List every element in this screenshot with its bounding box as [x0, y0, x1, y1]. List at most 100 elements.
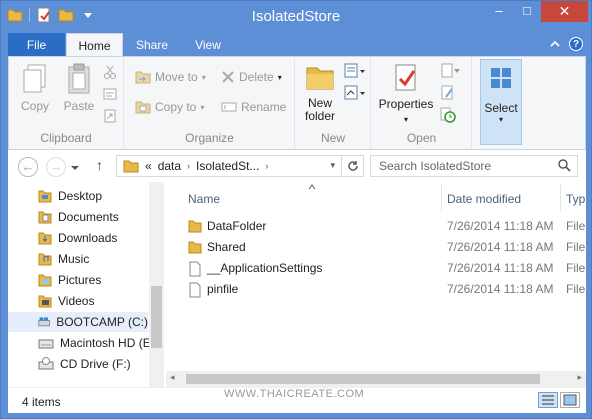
- nav-item-downloads[interactable]: Downloads: [38, 228, 117, 248]
- file-name: __ApplicationSettings: [207, 261, 323, 275]
- paste-button[interactable]: Paste: [59, 63, 99, 113]
- copy-to-label: Copy to: [155, 100, 197, 114]
- paste-shortcut-icon[interactable]: [103, 109, 117, 123]
- nav-label: Pictures: [58, 273, 102, 287]
- column-separator[interactable]: [441, 184, 442, 212]
- nav-item-cd-drive[interactable]: CD Drive (F:): [38, 354, 131, 374]
- refresh-icon: [347, 161, 358, 171]
- nav-item-videos[interactable]: Videos: [38, 291, 94, 311]
- file-icon: [189, 261, 201, 277]
- maximize-button[interactable]: □: [513, 1, 541, 22]
- file-name: Shared: [207, 240, 246, 254]
- history-icon[interactable]: [440, 107, 456, 123]
- file-name: pinfile: [207, 282, 239, 296]
- delete-label: Delete: [239, 70, 274, 84]
- back-button[interactable]: ←: [18, 157, 38, 177]
- tab-file[interactable]: File: [8, 33, 65, 57]
- nav-scrollbar[interactable]: [149, 182, 164, 387]
- move-to-label: Move to: [155, 70, 198, 84]
- videos-icon: [38, 295, 52, 308]
- horizontal-scrollbar[interactable]: ◂ ▸: [166, 371, 586, 387]
- properties-button[interactable]: Properties ▾: [378, 63, 434, 125]
- properties-label: Properties: [378, 97, 434, 111]
- edit-icon[interactable]: [440, 85, 456, 101]
- rename-label: Rename: [241, 100, 287, 114]
- nav-item-music[interactable]: Music: [38, 249, 89, 269]
- nav-item-documents[interactable]: Documents: [38, 207, 119, 227]
- close-button[interactable]: ✕: [541, 1, 588, 22]
- file-type: File: [566, 219, 586, 233]
- collapse-ribbon-icon[interactable]: [549, 38, 561, 50]
- tab-share[interactable]: Share: [127, 33, 177, 57]
- nav-item-macintosh-hd[interactable]: Macintosh HD (E: [38, 333, 151, 353]
- file-date: 7/26/2014 11:18 AM: [447, 219, 554, 233]
- easy-access-icon[interactable]: [344, 85, 366, 101]
- scroll-right-icon[interactable]: ▸: [577, 372, 582, 383]
- copy-button[interactable]: Copy: [15, 63, 55, 113]
- up-button[interactable]: ↑: [96, 157, 103, 173]
- paste-icon: [68, 63, 90, 94]
- group-open: Properties ▾ Open: [372, 57, 472, 149]
- nav-scrollbar-thumb[interactable]: [151, 286, 162, 348]
- column-header-date[interactable]: Date modified: [447, 192, 521, 206]
- title-bar: IsolatedStore – □ ✕: [1, 1, 591, 33]
- details-view-button[interactable]: [538, 392, 558, 408]
- file-row-pinfile[interactable]: pinfile 7/26/2014 11:18 AM File: [166, 279, 586, 300]
- breadcrumb-overflow[interactable]: «: [145, 159, 152, 173]
- search-input[interactable]: Search IsolatedStore: [370, 155, 578, 177]
- copy-path-icon[interactable]: [103, 87, 117, 101]
- new-item-icon[interactable]: [344, 63, 366, 79]
- help-icon[interactable]: ?: [569, 37, 583, 51]
- nav-item-desktop[interactable]: Desktop: [38, 186, 102, 206]
- forward-button[interactable]: →: [46, 157, 66, 177]
- select-button[interactable]: Select ▾: [480, 59, 522, 145]
- file-row-applicationsettings[interactable]: __ApplicationSettings 7/26/2014 11:18 AM…: [166, 258, 586, 279]
- chevron-down-icon[interactable]: [70, 164, 80, 172]
- copy-icon: [23, 64, 46, 93]
- copy-to-icon: [135, 101, 151, 114]
- rename-icon: [221, 102, 237, 112]
- nav-item-bootcamp[interactable]: BOOTCAMP (C:): [8, 312, 148, 332]
- tab-home[interactable]: Home: [66, 33, 123, 57]
- select-label: Select: [484, 101, 518, 115]
- file-row-datafolder[interactable]: DataFolder 7/26/2014 11:18 AM File: [166, 216, 586, 237]
- cut-icon[interactable]: [103, 65, 117, 79]
- nav-label: BOOTCAMP (C:): [56, 315, 148, 329]
- move-to-icon: [135, 71, 151, 84]
- file-row-shared[interactable]: Shared 7/26/2014 11:18 AM File: [166, 237, 586, 258]
- minimize-button[interactable]: –: [485, 1, 513, 22]
- large-icons-view-button[interactable]: [560, 392, 580, 408]
- music-icon: [38, 253, 52, 266]
- desktop-icon: [38, 190, 52, 203]
- group-label-organize: Organize: [185, 131, 234, 145]
- delete-icon: [222, 71, 234, 83]
- breadcrumb-data[interactable]: data: [158, 159, 181, 173]
- horizontal-scrollbar-thumb[interactable]: [186, 374, 540, 384]
- address-dropdown-icon[interactable]: ▾: [330, 160, 335, 171]
- address-bar[interactable]: « data › IsolatedSt... › ▾: [116, 155, 364, 177]
- rename-button[interactable]: Rename: [221, 100, 286, 114]
- navigation-bar: ← → ↑ « data › IsolatedSt... › ▾ Search …: [8, 150, 586, 182]
- breadcrumb-isolatedstore[interactable]: IsolatedSt...: [196, 159, 259, 173]
- column-header-type[interactable]: Typ: [566, 192, 585, 206]
- new-folder-button[interactable]: New folder: [302, 63, 338, 123]
- column-separator[interactable]: [560, 184, 561, 212]
- refresh-button[interactable]: [341, 156, 363, 176]
- downloads-icon: [38, 232, 52, 245]
- group-clipboard: Copy Paste Clipboard: [9, 57, 124, 149]
- nav-item-pictures[interactable]: Pictures: [38, 270, 101, 290]
- copy-to-button[interactable]: Copy to ▾: [135, 100, 204, 114]
- column-header-name[interactable]: Name: [188, 192, 220, 206]
- file-date: 7/26/2014 11:18 AM: [447, 282, 554, 296]
- tab-view[interactable]: View: [184, 33, 232, 57]
- delete-button[interactable]: Delete ▾: [221, 70, 282, 84]
- ribbon-tabs: File Home Share View ?: [1, 33, 591, 57]
- search-icon: [558, 159, 571, 172]
- drive-icon: [38, 339, 54, 349]
- main-area: Desktop Documents Downloads Music Pictur…: [8, 182, 586, 387]
- open-icon[interactable]: [440, 63, 462, 79]
- scroll-left-icon[interactable]: ◂: [170, 372, 175, 383]
- pictures-icon: [38, 274, 52, 287]
- move-to-button[interactable]: Move to ▾: [135, 70, 206, 84]
- group-label-open: Open: [406, 131, 437, 145]
